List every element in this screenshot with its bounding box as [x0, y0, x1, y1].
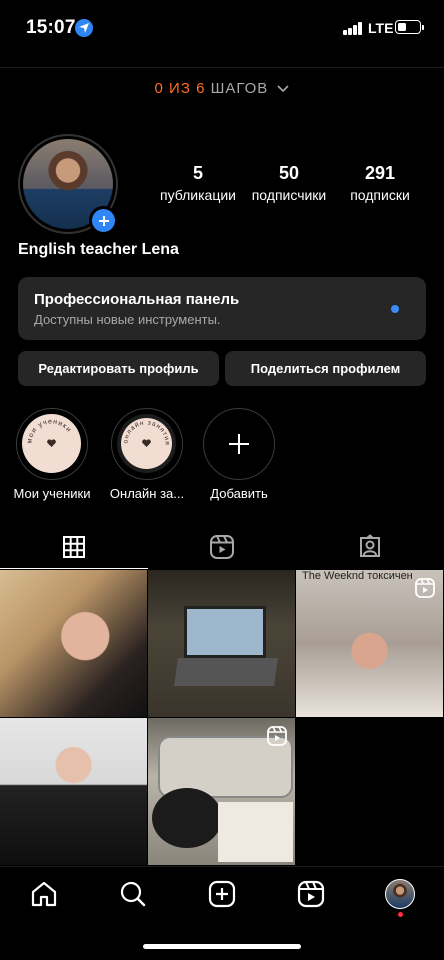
- reels-badge-icon: [415, 578, 435, 598]
- notification-dot: [391, 305, 399, 313]
- steps-label: ШАГОВ: [210, 80, 269, 97]
- add-story-icon[interactable]: [89, 206, 118, 235]
- stat-posts-label: публикации: [160, 187, 236, 203]
- steps-total: 6: [196, 80, 206, 97]
- highlight-online-lessons[interactable]: онлайн занятия Онлайн за...: [106, 408, 188, 501]
- search-icon: [120, 881, 146, 907]
- heart-icon: [142, 439, 151, 447]
- professional-dashboard[interactable]: Профессиональная панель Доступны новые и…: [18, 277, 426, 340]
- network-type: LTE: [368, 20, 394, 36]
- nav-reels[interactable]: [296, 879, 326, 909]
- stat-followers-value: 50: [278, 163, 300, 183]
- highlight-add[interactable]: Добавить: [200, 408, 278, 501]
- highlight-label: Мои ученики: [13, 486, 91, 501]
- reel-overlay-text: The Weeknd токсичен: [302, 570, 413, 582]
- stat-following-value: 291: [364, 163, 396, 183]
- tab-reels[interactable]: [148, 525, 296, 569]
- battery-icon: [395, 20, 424, 34]
- post-thumbnail[interactable]: [0, 570, 147, 717]
- steps-done: 0: [154, 80, 164, 97]
- highlight-label: Добавить: [210, 486, 268, 501]
- status-time: 15:07: [26, 17, 76, 38]
- highlight-ring-text: онлайн занятия: [122, 419, 170, 447]
- highlight-cover: онлайн занятия: [111, 408, 183, 480]
- tab-posts-grid[interactable]: [0, 525, 148, 569]
- post-thumbnail[interactable]: [0, 718, 147, 865]
- profile-tabs: [0, 525, 444, 569]
- location-arrow-icon: [75, 19, 93, 37]
- stat-following-label: подписки: [350, 187, 410, 203]
- reels-icon: [210, 535, 234, 559]
- profile-notification-dot: [398, 912, 403, 917]
- nav-create[interactable]: [207, 879, 237, 909]
- divider: [0, 67, 444, 68]
- stat-posts-value: 5: [192, 163, 203, 183]
- pro-panel-title: Профессиональная панель: [34, 291, 240, 308]
- reel-thumbnail[interactable]: The Weeknd токсичен: [296, 570, 443, 717]
- add-highlight-button[interactable]: [203, 408, 275, 480]
- home-indicator: [143, 944, 301, 949]
- create-post-icon: [208, 880, 236, 908]
- share-profile-button[interactable]: Поделиться профилем: [225, 351, 426, 386]
- stat-posts[interactable]: 5 публикации: [158, 162, 238, 205]
- reels-badge-icon: [267, 726, 287, 746]
- stat-followers-label: подписчики: [251, 187, 327, 203]
- steps-of: ИЗ: [169, 80, 191, 97]
- chevron-down-icon: [277, 85, 290, 93]
- nav-search[interactable]: [118, 879, 148, 909]
- signal-icon: [343, 22, 363, 35]
- reel-thumbnail[interactable]: [148, 718, 295, 865]
- edit-profile-button[interactable]: Редактировать профиль: [18, 351, 219, 386]
- tagged-person-icon: [360, 534, 380, 557]
- onboarding-steps[interactable]: 0 ИЗ 6 ШАГОВ: [0, 80, 444, 97]
- post-thumbnail[interactable]: [148, 570, 295, 717]
- nav-profile-avatar[interactable]: [385, 879, 415, 909]
- home-icon: [31, 881, 57, 907]
- highlight-ring-text: мои ученики: [26, 418, 72, 447]
- pro-panel-subtitle: Доступны новые инструменты.: [34, 312, 221, 327]
- highlight-cover: мои ученики: [16, 408, 88, 480]
- grid-icon: [63, 535, 85, 558]
- tab-tagged[interactable]: [296, 525, 444, 569]
- plus-icon: [229, 434, 249, 454]
- bottom-navigation: [0, 866, 444, 922]
- highlight-my-students[interactable]: мои ученики Мои ученики: [9, 408, 95, 501]
- heart-icon: [47, 439, 56, 447]
- highlight-label: Онлайн за...: [109, 486, 185, 501]
- stat-followers[interactable]: 50 подписчики: [246, 162, 332, 205]
- status-bar: 15:07 LTE: [0, 0, 444, 56]
- nav-home[interactable]: [29, 879, 59, 909]
- profile-name: English teacher Lena: [18, 241, 179, 258]
- stat-following[interactable]: 291 подписки: [340, 162, 420, 205]
- reels-icon: [297, 880, 325, 908]
